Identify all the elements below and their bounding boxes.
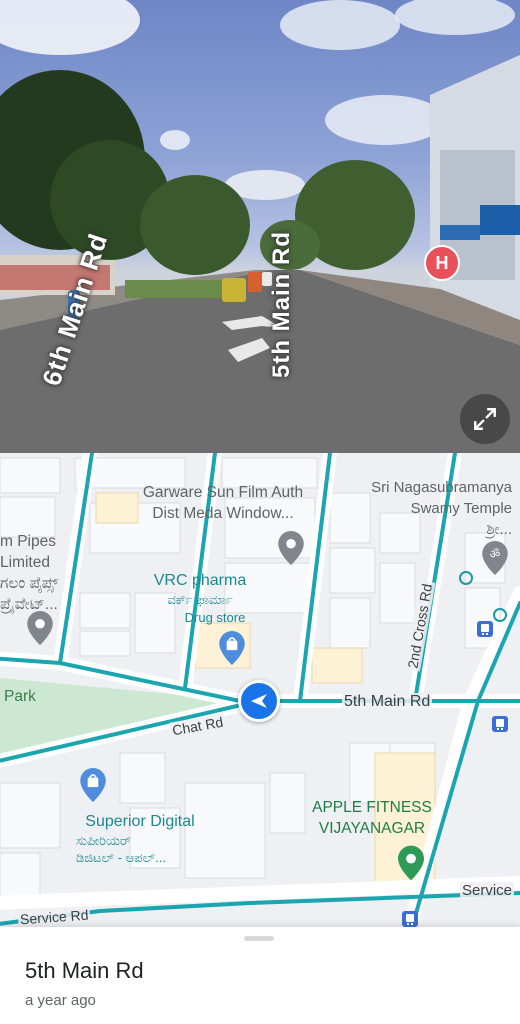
expand-button[interactable] — [460, 394, 510, 444]
hospital-marker-icon[interactable]: H — [424, 245, 460, 281]
place-label-garware[interactable]: Garware Sun Film Auth Dist Meda Window..… — [128, 482, 318, 524]
place-label-vrc-pharma[interactable]: VRC pharma — [145, 570, 255, 591]
svg-text:ॐ: ॐ — [490, 547, 501, 561]
grey-pin-icon[interactable] — [27, 611, 53, 645]
expand-icon — [474, 408, 496, 430]
location-title: 5th Main Rd — [25, 958, 144, 983]
street-view-scene — [0, 0, 520, 453]
place-label-sri-nagasubramanya[interactable]: Sri Nagasubramanya Swamy Temple ಶ್ರೀ... — [340, 477, 512, 540]
fitness-pin-icon[interactable] — [398, 845, 424, 881]
place-label-superior-digital-kannada[interactable]: ಸುಪೀರಿಯರ್ ಡಿಜಿಟಲ್ - ಆಪಲ್... — [76, 832, 216, 866]
sheet-drag-handle[interactable] — [244, 936, 274, 941]
place-label-apple-fitness[interactable]: APPLE FITNESS VIJAYANAGAR — [302, 797, 442, 839]
bus-stop-icon[interactable] — [477, 621, 493, 637]
current-location-arrow[interactable] — [238, 680, 280, 722]
capture-date: a year ago — [25, 992, 96, 1009]
park-label[interactable]: Park — [4, 686, 36, 707]
street-view-panel[interactable]: 6th Main Rd 5th Main Rd H — [0, 0, 520, 453]
bus-stop-icon[interactable] — [492, 716, 508, 732]
bottom-sheet[interactable]: 5th Main Rd a year ago — [0, 927, 520, 1024]
place-label-vrc-pharma-kannada[interactable]: ವರ್ಕ್ ಫಾರ್ಮಾ — [145, 591, 255, 608]
navigation-arrow-icon — [251, 694, 267, 708]
grey-pin-icon[interactable] — [278, 531, 304, 565]
temple-pin-icon[interactable]: ॐ — [482, 541, 508, 575]
street-label-5th-main: 5th Main Rd — [342, 693, 433, 711]
place-label-superior-digital[interactable]: Superior Digital — [70, 811, 210, 832]
shopping-bag-pin-icon[interactable] — [219, 631, 245, 665]
bus-stop-icon[interactable] — [402, 911, 418, 927]
place-label-vrc-pharma-type[interactable]: Drug store — [160, 609, 270, 626]
road-label-5th-main: 5th Main Rd — [268, 231, 295, 378]
place-label-pipes[interactable]: m Pipes Limited ಗಲಂ ಪೈಪ್ಸ್ ಪ್ರೈವೇಟ್... — [0, 531, 70, 615]
street-label-service-right: Service — [460, 882, 515, 899]
shopping-bag-pin-icon[interactable] — [80, 768, 106, 802]
